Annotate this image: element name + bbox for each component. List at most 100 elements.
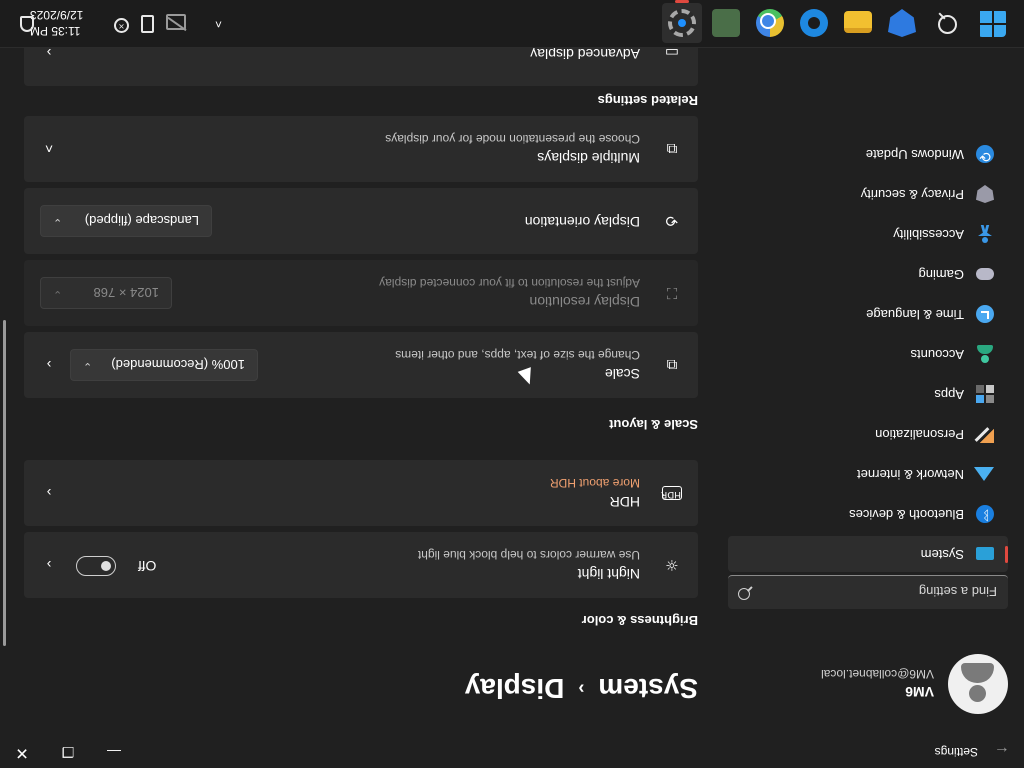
maximize-button[interactable]: ❐ — [45, 736, 91, 768]
network-disconnected-icon[interactable] — [168, 16, 186, 32]
display-orientation-card[interactable]: ⟲ Display orientation Landscape (flipped… — [24, 188, 698, 254]
sidebar-item-label: Personalization — [875, 427, 964, 442]
clock-date: 12/9/2023 — [30, 8, 84, 22]
sidebar-item-personalization[interactable]: Personalization — [728, 416, 1008, 452]
main-content: System › Display Brightness & color ☼ Nigh… — [0, 20, 698, 736]
chevron-down-icon[interactable]: ˄ — [40, 140, 58, 158]
file-explorer-icon[interactable] — [844, 11, 872, 33]
search-icon[interactable] — [934, 9, 962, 37]
sidebar-item-windows-update[interactable]: Windows Update — [728, 136, 1008, 172]
accessibility-icon — [976, 225, 994, 243]
remote-desktop-icon[interactable] — [712, 9, 740, 37]
scale-subtitle: Change the size of text, apps, and other… — [395, 348, 640, 362]
taskbar: ˄ × 11:35 PM 12/9/2023 — [0, 0, 1024, 48]
search-input[interactable]: Find a setting — [728, 575, 1008, 609]
display-resolution-subtitle: Adjust the resolution to fit your connec… — [379, 276, 640, 290]
defender-pre-icon[interactable] — [888, 9, 916, 37]
hdr-card[interactable]: HDR HDR More about HDR › — [24, 460, 698, 526]
bluetooth-icon — [976, 505, 994, 523]
multiple-displays-subtitle: Choose the presentation mode for your di… — [385, 132, 640, 146]
resolution-dropdown-value: 1024 × 768 — [93, 285, 159, 300]
shield-icon — [976, 185, 994, 203]
sidebar-item-privacy[interactable]: Privacy & security — [728, 176, 1008, 212]
scale-card[interactable]: ⧉ Scale Change the size of text, apps, a… — [24, 332, 698, 398]
chevron-down-icon: ⌄ — [83, 360, 93, 372]
sidebar-item-label: Time & language — [866, 307, 964, 322]
sidebar-item-label: Bluetooth & devices — [849, 507, 964, 522]
scale-icon: ⧉ — [666, 356, 678, 374]
settings-icon[interactable] — [668, 9, 696, 37]
orientation-dropdown-value: Landscape (flipped) — [84, 213, 199, 228]
user-profile[interactable]: VM6 VM6@collabnet.local — [738, 652, 1008, 714]
notification-bell-icon[interactable] — [20, 16, 34, 32]
volume-muted-icon[interactable]: × — [114, 18, 129, 33]
chevron-up-icon[interactable]: ˄ — [215, 17, 222, 31]
chrome-icon[interactable] — [756, 9, 784, 37]
breadcrumb-parent[interactable]: System — [598, 673, 698, 704]
search-icon — [738, 588, 750, 600]
chevron-right-icon[interactable]: › — [40, 356, 58, 374]
display-resolution-card: ⛶ Display resolution Adjust the resoluti… — [24, 260, 698, 326]
edge-icon[interactable] — [800, 9, 828, 37]
brush-icon — [976, 425, 994, 443]
sidebar-item-label: Network & internet — [857, 467, 964, 482]
sidebar: VM6 VM6@collabnet.local Find a setting S… — [724, 46, 1024, 736]
start-button[interactable] — [978, 9, 1006, 37]
search-placeholder: Find a setting — [918, 584, 997, 599]
system-icon — [976, 547, 994, 560]
sidebar-item-label: System — [920, 547, 964, 562]
scrollbar[interactable] — [3, 320, 6, 646]
clock[interactable]: 11:35 PM 12/9/2023 — [30, 7, 94, 39]
sidebar-item-label: Windows Update — [865, 147, 964, 162]
night-light-toggle[interactable] — [76, 556, 116, 576]
sidebar-item-accounts[interactable]: Accounts — [728, 336, 1008, 372]
clock-globe-icon — [976, 305, 994, 323]
night-light-card[interactable]: ☼ Night light Use warmer colors to help … — [24, 532, 698, 598]
sidebar-item-system[interactable]: System — [728, 536, 1008, 572]
app-title: Settings — [934, 745, 978, 759]
avatar-body-icon — [961, 663, 994, 683]
back-arrow-icon[interactable]: ← — [990, 740, 1014, 762]
night-light-state-label: Off — [138, 558, 157, 574]
night-light-subtitle: Use warmer colors to help block blue lig… — [417, 548, 640, 562]
avatar — [948, 654, 1008, 714]
sidebar-nav: System Bluetooth & devices Network & int… — [728, 132, 1008, 572]
clock-time: 11:35 PM — [30, 24, 81, 38]
battery-icon[interactable] — [141, 15, 154, 33]
scale-dropdown-value: 100% (Recommended) — [111, 357, 245, 372]
orientation-icon: ⟲ — [665, 212, 679, 230]
accounts-icon — [976, 345, 994, 363]
sidebar-item-label: Accounts — [910, 347, 964, 362]
minimize-button[interactable]: — — [91, 736, 137, 768]
settings-window: ← Settings — ❐ ✕ VM6 VM6@collabnet.local… — [0, 0, 1024, 768]
hdr-link[interactable]: More about HDR — [550, 476, 640, 490]
sidebar-item-time-language[interactable]: Time & language — [728, 296, 1008, 332]
close-button[interactable]: ✕ — [0, 736, 45, 768]
gamepad-icon — [976, 268, 994, 280]
brightness-icon: ☼ — [665, 556, 679, 574]
night-light-title: Night light — [577, 566, 640, 582]
sidebar-item-label: Gaming — [918, 267, 964, 282]
sidebar-item-bluetooth[interactable]: Bluetooth & devices — [728, 496, 1008, 532]
advanced-display-title: Advanced display — [530, 46, 640, 62]
section-title-scale-layout: Scale & layout — [609, 417, 698, 432]
sidebar-item-accessibility[interactable]: Accessibility — [728, 216, 1008, 252]
chevron-right-icon[interactable]: › — [40, 484, 58, 502]
profile-name: VM6 — [905, 684, 934, 700]
title-bar: ← Settings — ❐ ✕ — [0, 736, 1024, 768]
sidebar-item-apps[interactable]: Apps — [728, 376, 1008, 412]
sidebar-item-network[interactable]: Network & internet — [728, 456, 1008, 492]
hdr-icon: HDR — [661, 486, 682, 500]
apps-icon — [976, 385, 994, 403]
scale-dropdown[interactable]: 100% (Recommended) ⌄ — [70, 349, 258, 381]
sidebar-item-label: Apps — [934, 387, 964, 402]
orientation-dropdown[interactable]: Landscape (flipped) ⌄ — [40, 205, 212, 237]
sidebar-item-label: Privacy & security — [860, 187, 964, 202]
taskbar-active-indicator — [675, 0, 689, 3]
multiple-displays-card[interactable]: ⧉ Multiple displays Choose the presentat… — [24, 116, 698, 182]
resolution-icon: ⛶ — [666, 284, 678, 302]
multiple-displays-icon: ⧉ — [666, 140, 678, 158]
breadcrumb: System › Display — [465, 664, 698, 704]
sidebar-item-gaming[interactable]: Gaming — [728, 256, 1008, 292]
chevron-right-icon[interactable]: › — [40, 556, 58, 574]
